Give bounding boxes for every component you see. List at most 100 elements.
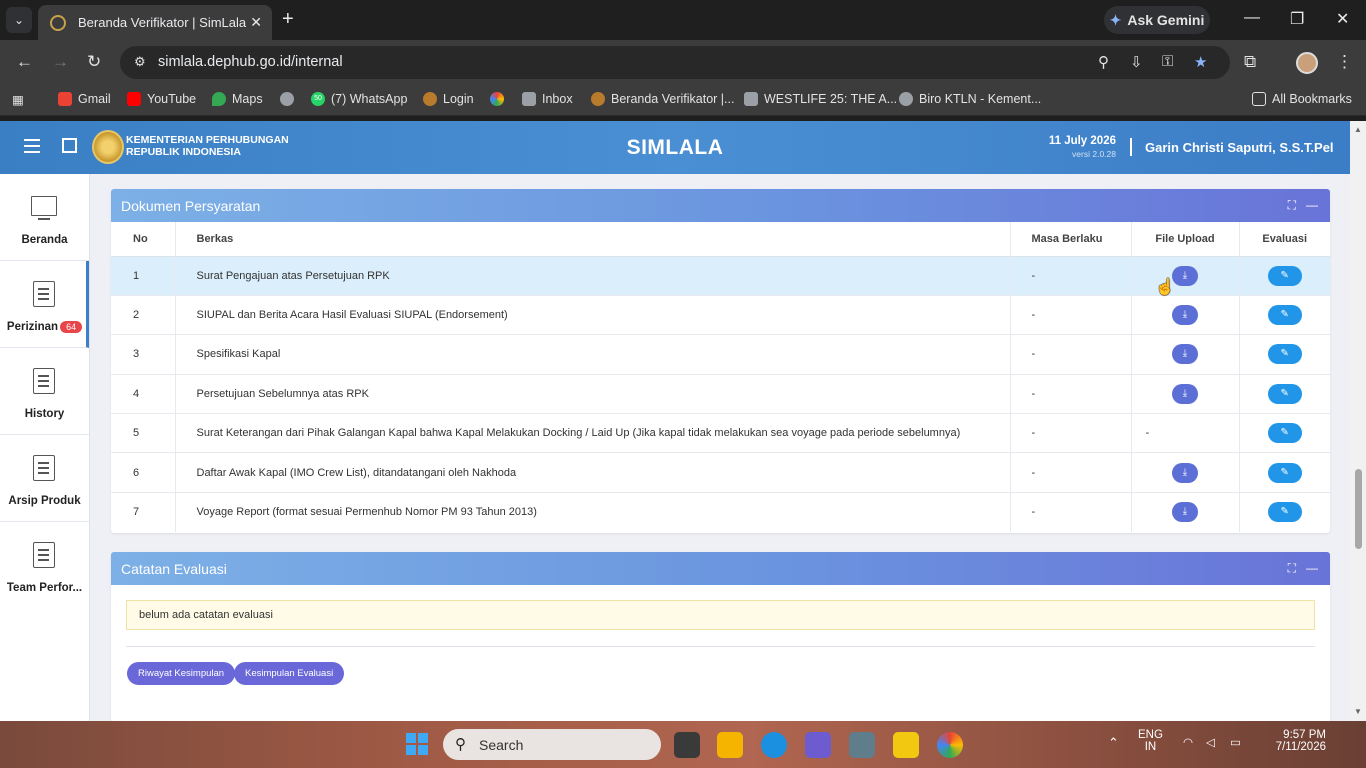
user-name[interactable]: Garin Christi Saputri, S.S.T.Pel xyxy=(1145,140,1334,155)
page-scrollbar[interactable]: ▲ ▼ xyxy=(1350,121,1366,721)
ask-gemini-button[interactable]: ✦ Ask Gemini xyxy=(1104,6,1210,34)
edit-evaluation-button[interactable]: ✎ xyxy=(1267,265,1302,286)
new-tab-plus-icon[interactable]: + xyxy=(282,8,294,31)
language-indicator[interactable]: ENG IN xyxy=(1138,729,1163,753)
minimize-icon[interactable]: — xyxy=(1244,9,1260,27)
sidebar-item-history[interactable]: History xyxy=(0,348,89,435)
sidebar-item-perizinan[interactable]: Perizinan 64 xyxy=(0,261,89,348)
bookmark-biro-ktln[interactable]: Biro KTLN - Kement... xyxy=(899,92,1041,106)
globe-icon xyxy=(280,92,294,106)
fullscreen-icon[interactable] xyxy=(62,138,77,153)
restore-icon[interactable]: ❐ xyxy=(1290,9,1304,29)
battery-icon[interactable]: ▭ xyxy=(1230,735,1241,749)
cell-masa-berlaku: - xyxy=(1010,334,1132,375)
taskbar-search[interactable]: ⚲ Search xyxy=(443,729,661,760)
riwayat-kesimpulan-button[interactable]: Riwayat Kesimpulan xyxy=(127,662,236,685)
extensions-puzzle-icon[interactable]: ⧉ xyxy=(1244,52,1256,72)
bookmark-label: Biro KTLN - Kement... xyxy=(919,92,1042,106)
chrome-icon[interactable] xyxy=(937,732,963,758)
download-button[interactable]: ⤓ xyxy=(1172,383,1198,404)
install-app-icon[interactable]: ⇩ xyxy=(1130,53,1143,71)
cell-file-upload: ⤓ xyxy=(1131,492,1240,532)
edit-evaluation-button[interactable]: ✎ xyxy=(1267,423,1302,444)
forward-arrow-icon[interactable]: → xyxy=(52,52,69,72)
bookmark-gmail[interactable]: Gmail xyxy=(58,92,111,106)
expand-icon[interactable]: ⛶ xyxy=(1288,561,1296,576)
dokumen-persyaratan-card: Dokumen Persyaratan ⛶ — No Berkas Masa B… xyxy=(111,189,1330,533)
volume-icon[interactable]: ◁ xyxy=(1206,735,1215,749)
hamburger-menu-icon[interactable] xyxy=(24,139,40,153)
camera-app-icon[interactable] xyxy=(849,732,875,758)
expand-icon[interactable]: ⛶ xyxy=(1288,198,1296,213)
wifi-icon[interactable]: ◠ xyxy=(1183,735,1193,749)
cell-file-upload: ⤓ xyxy=(1131,256,1240,296)
collapse-minus-icon[interactable]: — xyxy=(1306,561,1318,575)
cell-evaluasi: ✎ xyxy=(1239,452,1330,493)
clock-date: 7/11/2026 xyxy=(1275,741,1326,753)
card-title: Catatan Evaluasi xyxy=(121,560,227,577)
download-button[interactable]: ⤓ xyxy=(1172,502,1198,523)
all-bookmarks[interactable]: All Bookmarks xyxy=(1252,92,1352,106)
document-icon xyxy=(33,368,55,394)
scroll-down-arrow-icon[interactable]: ▼ xyxy=(1354,707,1362,716)
scroll-up-arrow-icon[interactable]: ▲ xyxy=(1354,125,1362,134)
file-explorer-icon[interactable] xyxy=(717,732,743,758)
download-button[interactable]: ⤓ xyxy=(1172,265,1198,286)
notification-badge: 64 xyxy=(60,321,83,333)
copilot-icon[interactable] xyxy=(805,732,831,758)
site-info-icon[interactable]: ⚙ xyxy=(134,54,146,70)
password-key-icon[interactable]: ⚿ xyxy=(1162,53,1173,70)
bookmark-youtube[interactable]: YouTube xyxy=(127,92,196,106)
cell-berkas: Spesifikasi Kapal xyxy=(175,334,1011,375)
edit-evaluation-button[interactable]: ✎ xyxy=(1267,344,1302,365)
edit-evaluation-button[interactable]: ✎ xyxy=(1267,383,1302,404)
kesimpulan-evaluasi-button[interactable]: Kesimpulan Evaluasi xyxy=(234,662,345,685)
bookmark-whatsapp[interactable]: 50 (7) WhatsApp xyxy=(311,92,407,106)
edit-evaluation-button[interactable]: ✎ xyxy=(1267,462,1302,483)
bookmark-photos[interactable] xyxy=(490,92,504,106)
sidebar-item-beranda[interactable]: Beranda xyxy=(0,174,89,261)
org-name: KEMENTERIAN PERHUBUNGAN REPUBLIK INDONES… xyxy=(126,134,289,158)
tab-close-icon[interactable]: ✕ xyxy=(250,14,262,31)
task-view-icon[interactable] xyxy=(674,732,700,758)
bookmark-star-icon[interactable]: ★ xyxy=(1194,53,1207,71)
empty-evaluation-note: belum ada catatan evaluasi xyxy=(126,600,1315,630)
url-text[interactable]: simlala.dephub.go.id/internal xyxy=(158,54,343,70)
bookmark-westlife[interactable]: WESTLIFE 25: THE A... xyxy=(744,92,897,106)
browser-menu-icon[interactable]: ⋮ xyxy=(1336,52,1353,72)
download-button[interactable]: ⤓ xyxy=(1172,344,1198,365)
bookmark-inbox[interactable]: Inbox xyxy=(522,92,573,106)
download-button[interactable]: ⤓ xyxy=(1172,462,1198,483)
omnibox[interactable]: ⚙ simlala.dephub.go.id/internal ⚲ ⇩ ⚿ ★ xyxy=(120,46,1230,79)
bookmarks-bar: ▦ Gmail YouTube Maps 50 (7) WhatsApp Logi… xyxy=(0,84,1366,116)
bookmark-beranda[interactable]: Beranda Verifikator |... xyxy=(591,92,734,106)
zoom-icon[interactable]: ⚲ xyxy=(1098,53,1109,71)
cell-evaluasi: ✎ xyxy=(1239,295,1330,336)
profile-avatar[interactable] xyxy=(1296,52,1318,74)
sidebar-item-arsip-produk[interactable]: Arsip Produk xyxy=(0,435,89,522)
window-close-icon[interactable]: ✕ xyxy=(1336,9,1349,29)
edge-browser-icon[interactable] xyxy=(761,732,787,758)
scroll-thumb[interactable] xyxy=(1355,469,1362,549)
clock[interactable]: 9:57 PM 7/11/2026 xyxy=(1266,729,1326,753)
cell-berkas: SIUPAL dan Berita Acara Hasil Evaluasi S… xyxy=(175,295,1011,336)
windows-start-icon[interactable] xyxy=(406,733,428,755)
cell-file-upload: - xyxy=(1131,413,1240,454)
back-arrow-icon[interactable]: ← xyxy=(16,52,33,72)
sticky-notes-icon[interactable] xyxy=(893,732,919,758)
tray-chevron-up-icon[interactable]: ⌃ xyxy=(1108,735,1119,751)
tab-search-chevron-icon[interactable]: ⌄ xyxy=(6,7,32,33)
bookmark-login[interactable]: Login xyxy=(423,92,474,106)
edit-evaluation-button[interactable]: ✎ xyxy=(1267,502,1302,523)
bookmark-label: YouTube xyxy=(147,92,197,106)
collapse-minus-icon[interactable]: — xyxy=(1306,198,1318,212)
download-button[interactable]: ⤓ xyxy=(1172,305,1198,326)
reload-icon[interactable]: ↻ xyxy=(87,52,101,72)
edit-evaluation-button[interactable]: ✎ xyxy=(1267,305,1302,326)
cell-masa-berlaku: - xyxy=(1010,374,1132,415)
sidebar-item-team-performance[interactable]: Team Perfor... xyxy=(0,522,89,609)
bookmark-globe[interactable] xyxy=(280,92,294,106)
apps-grid-icon[interactable]: ▦ xyxy=(12,92,24,107)
browser-tab[interactable]: Beranda Verifikator | SimLala ✕ xyxy=(38,5,272,40)
bookmark-maps[interactable]: Maps xyxy=(212,92,263,106)
